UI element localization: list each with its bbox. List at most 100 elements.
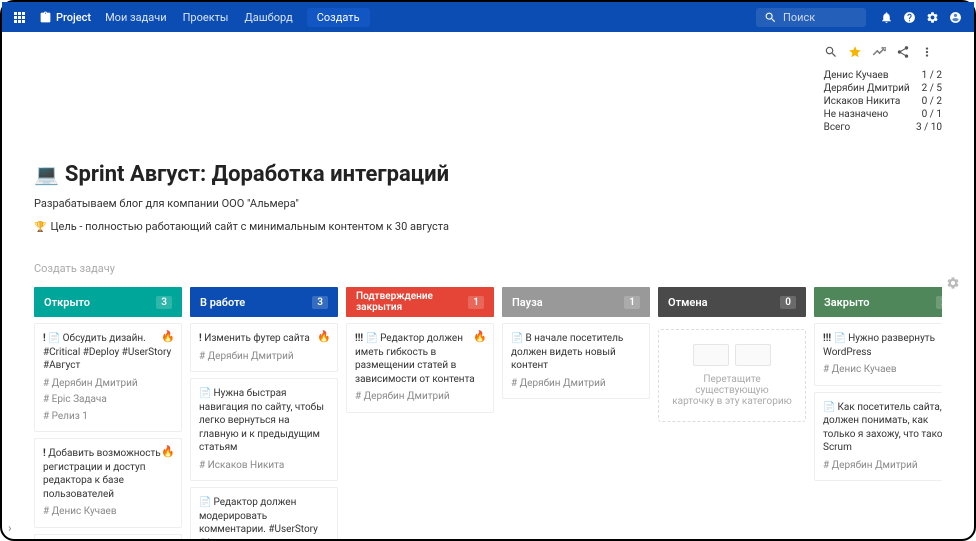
document-icon <box>823 402 837 413</box>
chart-icon[interactable] <box>872 44 886 63</box>
nav-projects[interactable]: Проекты <box>183 11 229 24</box>
app-name: Project <box>56 11 91 24</box>
stats-row: Денис Кучаев1 / 2 <box>824 69 942 82</box>
task-card[interactable]: Как посетитель сайта, я хочу видеть спис… <box>34 534 182 540</box>
stats-name: Не назначено <box>824 109 889 120</box>
flame-icon <box>941 330 942 345</box>
gear-icon[interactable] <box>926 11 939 24</box>
page-goal-text: Цель - полностью работающий сайт с миним… <box>50 220 449 233</box>
document-icon <box>511 333 525 344</box>
column-work: В работе3 Изменить футер сайта # Дерябин Д… <box>190 287 338 539</box>
create-button[interactable]: Создать <box>307 8 370 27</box>
empty-text: Перетащите существующуюкарточку в эту ка… <box>667 374 797 407</box>
column-header[interactable]: В работе3 <box>190 287 338 317</box>
task-card[interactable]: Как посетитель сайта, я должен понимать,… <box>814 392 942 482</box>
document-icon <box>199 497 213 508</box>
app-logo[interactable]: Project <box>39 11 91 24</box>
card-title: Изменить футер сайта <box>199 332 329 346</box>
create-task-input[interactable]: Создать задачу <box>34 259 942 279</box>
document-icon <box>48 333 62 344</box>
column-header[interactable]: Закрыто2 <box>814 287 942 317</box>
task-card[interactable]: В начале посетитель должен видеть новый … <box>502 323 650 399</box>
card-meta: # Релиз 1 <box>43 410 173 424</box>
stats-value: 0 / 2 <box>922 96 942 107</box>
column-label: Открыто <box>44 296 90 309</box>
stats-value: 0 / 1 <box>922 109 942 120</box>
search-icon <box>764 11 777 24</box>
nav-dashboard[interactable]: Дашборд <box>244 11 292 24</box>
expand-chevron[interactable]: › <box>8 521 12 535</box>
topbar: Project Мои задачи Проекты Дашборд Созда… <box>2 2 974 32</box>
card-title: В начале посетитель должен видеть новый … <box>511 332 641 373</box>
task-card[interactable]: Обсудить дизайн. #Critical #Deploy #User… <box>34 323 182 432</box>
trophy-icon <box>34 220 46 233</box>
card-title: Добавить возможность регистрации и досту… <box>43 447 173 501</box>
column-header[interactable]: Отмена 0 <box>658 287 806 317</box>
task-card[interactable]: Добавить возможность регистрации и досту… <box>34 438 182 528</box>
column-label: Отмена <box>668 296 708 309</box>
stats-row: Не назначено 0 / 1 <box>824 108 942 121</box>
column-label: Пауза <box>512 296 543 309</box>
column-count: 1 <box>468 296 484 309</box>
task-card[interactable]: Изменить футер сайта # Дерябин Дмитрий <box>190 323 338 372</box>
page-goal: Цель - полностью работающий сайт с миним… <box>34 220 942 233</box>
card-meta: # Epic Задача <box>43 393 173 407</box>
column-confirm: Подтверждение закрытия1 Редактор должен и… <box>346 287 494 539</box>
card-meta: # Дерябин Дмитрий <box>199 350 329 364</box>
nav-my-tasks[interactable]: Мои задачи <box>105 11 166 24</box>
column-close: Закрыто2 Нужно развернуть WordPress# Дени… <box>814 287 942 539</box>
task-card[interactable]: Нужно развернуть WordPress# Денис Кучаев <box>814 323 942 386</box>
toolbar-search-icon[interactable] <box>824 44 838 63</box>
flame-icon <box>317 330 331 345</box>
card-title: Редактор должен модерировать комментарии… <box>199 496 329 539</box>
task-card[interactable]: Редактор должен модерировать комментарии… <box>190 487 338 539</box>
more-icon[interactable] <box>920 44 934 63</box>
stats-name: Дерябин Дмитрий <box>824 83 910 94</box>
card-title: Как посетитель сайта, я должен понимать,… <box>823 401 942 455</box>
column-count: 3 <box>156 296 172 309</box>
stats-name: Искаков Никита <box>824 96 901 107</box>
page-subtitle: Разрабатываем блог для компании ООО "Аль… <box>34 197 942 210</box>
content: Денис Кучаев1 / 2Дерябин Дмитрий2 / 5Иск… <box>2 32 974 539</box>
board-settings-icon[interactable] <box>946 275 960 294</box>
bell-icon[interactable] <box>880 11 893 24</box>
column-label: Подтверждение закрытия <box>356 291 468 313</box>
stats-value: 3 / 10 <box>916 122 942 133</box>
column-header[interactable]: Подтверждение закрытия1 <box>346 287 494 317</box>
flame-icon <box>473 330 487 345</box>
page-title: Sprint Август: Доработка интеграций <box>34 162 942 187</box>
card-meta: # Дерябин Дмитрий <box>511 377 641 391</box>
avatar-icon[interactable] <box>949 11 962 24</box>
column-cancel: Отмена 0 Перетащите существующуюкарточку в… <box>658 287 806 539</box>
card-title: Обсудить дизайн. #Critical #Deploy #User… <box>43 332 173 373</box>
card-meta: # Денис Кучаев <box>43 505 173 519</box>
column-count: 3 <box>312 296 328 309</box>
document-icon <box>366 333 380 344</box>
stats-name: Всего <box>824 122 851 133</box>
help-icon[interactable] <box>903 11 916 24</box>
task-card[interactable]: Нужна быстрая навигация по сайту, чтобы … <box>190 378 338 481</box>
card-meta: # Дерябин Дмитрий <box>823 459 942 473</box>
laptop-icon <box>34 162 59 187</box>
stats-value: 1 / 2 <box>922 70 942 81</box>
search-placeholder: Поиск <box>783 11 815 24</box>
card-meta: # Искаков Никита <box>199 459 329 473</box>
star-icon[interactable] <box>848 44 862 63</box>
card-title: Редактор должен иметь гибкость в размеще… <box>355 332 485 386</box>
column-count: 0 <box>780 296 796 309</box>
stats-table: Денис Кучаев1 / 2Дерябин Дмитрий2 / 5Иск… <box>824 69 942 134</box>
document-icon <box>199 388 213 399</box>
column-header[interactable]: Открыто 3 <box>34 287 182 317</box>
share-icon[interactable] <box>896 44 910 63</box>
search-box[interactable]: Поиск <box>756 8 866 27</box>
stats-row: Всего 3 / 10 <box>824 121 942 134</box>
apps-icon[interactable] <box>14 12 25 23</box>
stats-row: Дерябин Дмитрий2 / 5 <box>824 82 942 95</box>
column-header[interactable]: Пауза1 <box>502 287 650 317</box>
kanban-board: Открыто 3 Обсудить дизайн. #Critical #Depl… <box>34 287 942 539</box>
column-pause: Пауза1 В начале посетитель должен видеть … <box>502 287 650 539</box>
project-icon <box>39 11 52 24</box>
page-title-text: Sprint Август: Доработка интеграций <box>65 162 449 187</box>
empty-dropzone[interactable]: Перетащите существующуюкарточку в эту ка… <box>658 329 806 422</box>
task-card[interactable]: Редактор должен иметь гибкость в размеще… <box>346 323 494 413</box>
